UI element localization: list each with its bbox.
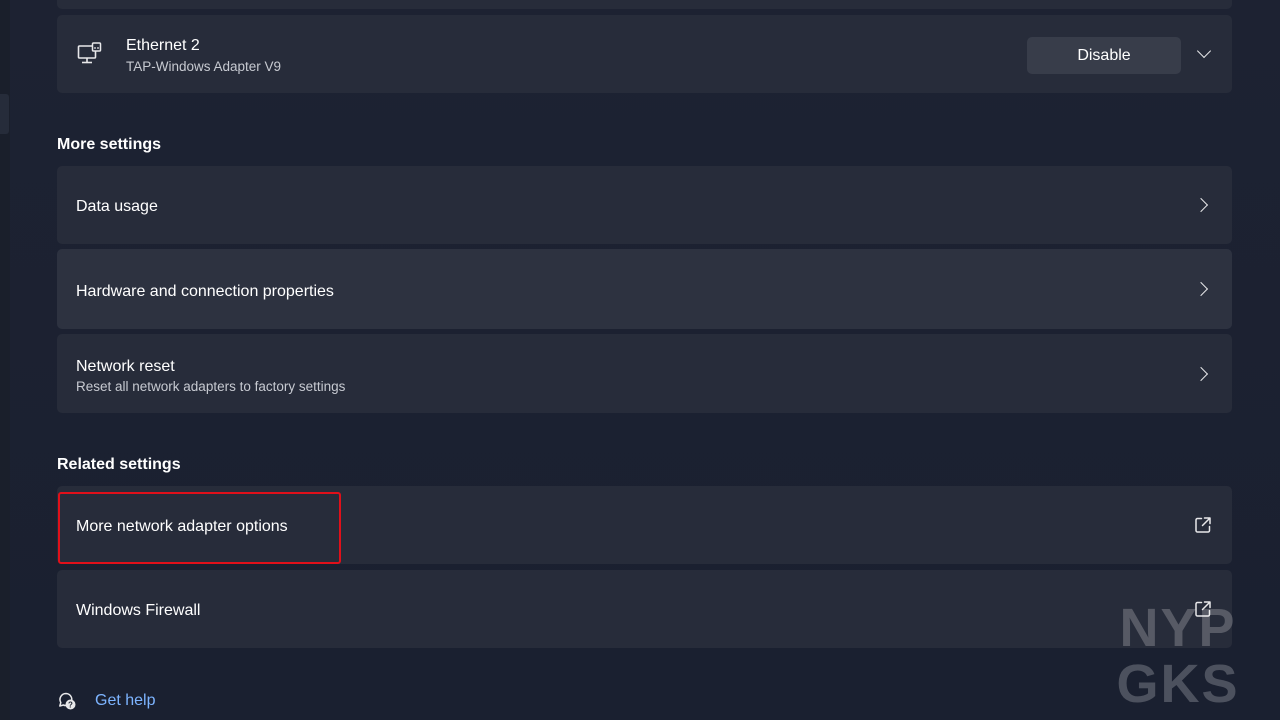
hardware-connection-properties-item[interactable]: Hardware and connection properties (57, 249, 1232, 329)
open-external-icon (1195, 601, 1211, 617)
windows-firewall-label: Windows Firewall (76, 602, 201, 619)
open-external-icon (1195, 517, 1211, 533)
more-settings-heading: More settings (57, 136, 162, 153)
ethernet-monitor-icon (77, 42, 102, 64)
previous-adapter-card[interactable] (57, 0, 1232, 9)
data-usage-item[interactable]: Data usage (57, 166, 1232, 244)
adapter-name: Ethernet 2 (126, 37, 200, 54)
get-help-link[interactable]: Get help (95, 692, 155, 710)
network-reset-label: Network reset (76, 358, 175, 375)
navigation-scroll-indicator[interactable] (0, 94, 9, 134)
adapter-description: TAP-Windows Adapter V9 (126, 59, 282, 74)
related-settings-heading: Related settings (57, 456, 181, 473)
chevron-down-icon[interactable] (1196, 43, 1212, 59)
more-network-adapter-options-label: More network adapter options (76, 518, 288, 535)
windows-firewall-item[interactable]: Windows Firewall (57, 570, 1232, 648)
network-reset-item[interactable]: Network reset Reset all network adapters… (57, 334, 1232, 413)
chevron-right-icon (1193, 366, 1209, 382)
get-help-row[interactable]: ? Get help (57, 688, 155, 714)
watermark-line-2: GKS (1116, 654, 1239, 708)
more-network-adapter-options-item[interactable]: More network adapter options (57, 486, 1232, 564)
hardware-connection-properties-label: Hardware and connection properties (76, 283, 334, 300)
data-usage-label: Data usage (76, 198, 158, 215)
disable-button[interactable]: Disable (1027, 37, 1181, 74)
adapter-card-ethernet-2[interactable]: Ethernet 2 TAP-Windows Adapter V9 Disabl… (57, 15, 1232, 93)
chevron-right-icon (1193, 281, 1209, 297)
svg-text:?: ? (68, 701, 73, 710)
settings-page: Ethernet 2 TAP-Windows Adapter V9 Disabl… (0, 0, 1280, 720)
network-reset-description: Reset all network adapters to factory se… (76, 379, 346, 394)
help-chat-icon: ? (59, 692, 76, 710)
chevron-right-icon (1193, 197, 1209, 213)
